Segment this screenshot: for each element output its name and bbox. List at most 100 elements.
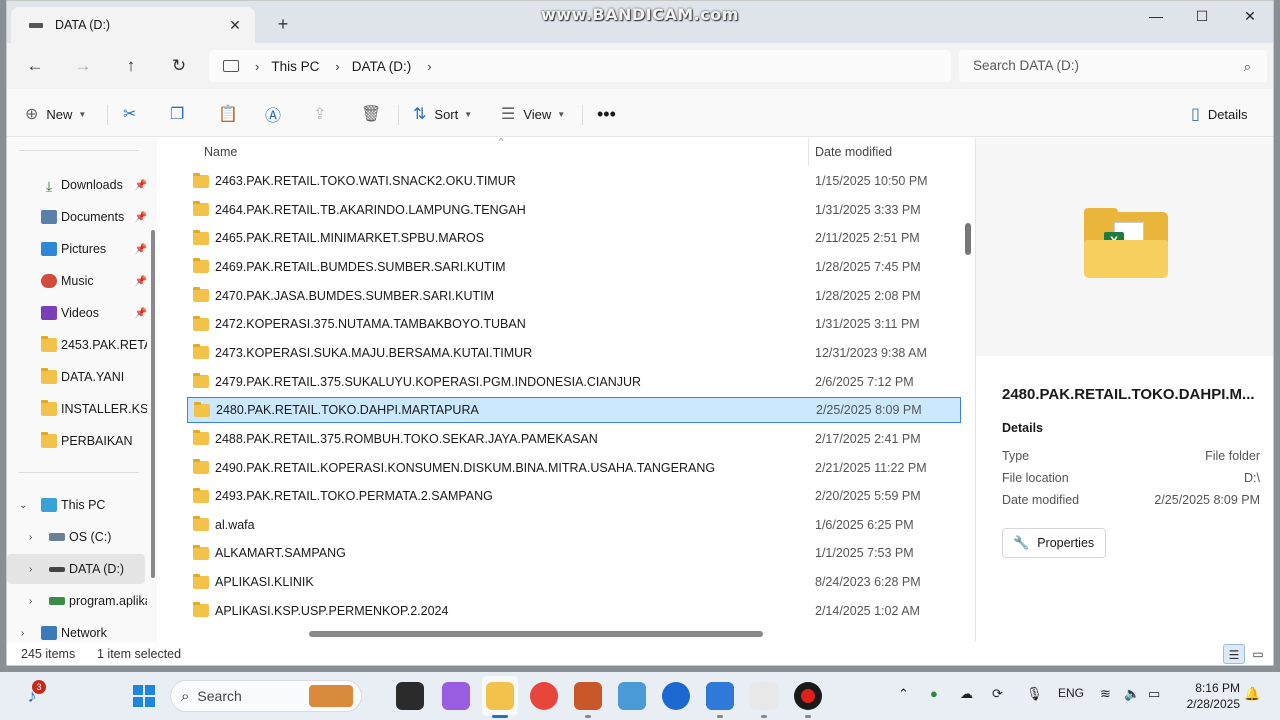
sidebar-item-folder[interactable]: PERBAIKAN [7,426,147,456]
sort-button[interactable]: ⇅ Sort ▼ [413,99,472,129]
view-button[interactable]: ☰ View ▼ [501,99,565,129]
chevron-right-icon[interactable]: › [427,59,431,74]
system-clock[interactable]: 8:16 PM 2/28/2025 [1178,680,1240,712]
file-row[interactable]: 2493.PAK.RETAIL.TOKO.PERMATA.2.SAMPANG 2/… [187,483,961,509]
forward-button[interactable]: → [69,53,97,79]
file-row[interactable]: 2472.KOPERASI.375.NUTAMA.TAMBAKBOYO.TUBA… [187,311,961,337]
sync-icon[interactable]: ⟳ [992,686,1003,702]
tiles-view-toggle[interactable]: ▭ [1247,644,1269,664]
start-button[interactable] [130,682,158,710]
vertical-scrollbar[interactable] [965,223,971,255]
file-row[interactable]: 2463.PAK.RETAIL.TOKO.WATI.SNACK2.OKU.TIM… [187,168,961,194]
chevron-right-icon[interactable]: › [29,564,32,575]
sidebar-item-documents[interactable]: Documents 📌 [7,202,147,232]
bandicam-icon[interactable] [794,682,822,710]
chart-app-icon[interactable] [750,682,778,710]
pin-icon[interactable]: 📌 [135,276,147,287]
new-button[interactable]: ⊕ New ▼ [25,99,86,129]
control-panel-icon[interactable] [618,682,646,710]
file-row[interactable]: 2490.PAK.RETAIL.KOPERASI.KONSUMEN.DISKUM… [187,455,961,481]
metamask-icon[interactable] [574,682,602,710]
breadcrumb-data-d[interactable]: DATA (D:) [352,59,412,74]
sidebar-item-pictures[interactable]: Pictures 📌 [7,234,147,264]
chevron-right-icon[interactable]: › [29,532,32,543]
pin-icon[interactable]: 📌 [135,212,147,223]
search-box[interactable]: ⌕ [959,50,1267,82]
search-input[interactable] [973,58,1213,73]
taskbar-search[interactable]: ⌕ Search [170,680,362,712]
file-row[interactable]: 2479.PAK.RETAIL.375.SUKALUYU.KOPERASI.PG… [187,369,961,395]
speaker-icon[interactable]: 🔈 [1124,686,1140,702]
paste-button[interactable]: 📋 [218,99,238,129]
back-button[interactable]: ← [21,53,49,79]
sidebar-item-network[interactable]: › Network [7,618,147,642]
file-explorer-icon[interactable] [486,682,514,710]
details-view-toggle[interactable]: ☰ [1223,644,1245,664]
chevron-right-icon[interactable]: › [255,59,259,74]
column-date-modified[interactable]: Date modified [815,145,892,159]
file-row[interactable]: 2464.PAK.RETAIL.TB.AKARINDO.LAMPUNG.TENG… [187,197,961,223]
microphone-icon[interactable]: 🎙 [1026,686,1043,702]
chevron-right-icon[interactable]: › [21,628,24,639]
file-row[interactable]: 2480.PAK.RETAIL.TOKO.DAHPI.MARTAPURA 2/25… [187,397,961,424]
teamviewer-icon[interactable] [662,682,690,710]
notification-bell-icon[interactable]: 🔔 [1244,686,1260,702]
more-options-button[interactable]: ••• [597,99,616,129]
tab-data-d[interactable]: DATA (D:) ✕ [11,7,255,43]
globe-icon[interactable]: ● [930,686,938,701]
file-row[interactable]: APLIKASI.KLINIK 8/24/2023 6:28 PM [187,569,961,595]
share-button[interactable]: ⇪ [313,99,326,129]
file-row[interactable]: 2488.PAK.RETAIL.375.ROMBUH.TOKO.SEKAR.JA… [187,426,961,452]
column-divider[interactable] [808,138,809,166]
file-row[interactable]: 2473.KOPERASI.SUKA.MAJU.BERSAMA.KUTAI.TI… [187,340,961,366]
rename-button[interactable]: Ⓐ [265,99,281,129]
pin-icon[interactable]: 📌 [135,308,147,319]
copy-button[interactable]: ❐ [170,99,184,129]
pin-icon[interactable]: 📌 [135,244,147,255]
language-indicator[interactable]: ENG [1058,686,1084,700]
copilot-icon[interactable] [442,682,470,710]
cut-button[interactable]: ✂ [123,99,136,129]
sidebar-item-music[interactable]: Music 📌 [7,266,147,296]
breadcrumb-this-pc[interactable]: This PC [271,59,319,74]
refresh-button[interactable]: ↻ [165,53,193,79]
chevron-right-icon[interactable]: › [29,596,32,607]
delete-button[interactable]: 🗑 [361,99,381,129]
close-tab-icon[interactable]: ✕ [221,17,249,34]
chevron-up-icon[interactable]: ⌃ [898,686,909,702]
close-window-button[interactable]: ✕ [1227,1,1273,33]
sidebar-item-folder[interactable]: DATA.YANI [7,362,147,392]
file-row[interactable]: 2469.PAK.RETAIL.BUMDES.SUMBER.SARI.KUTIM… [187,254,961,280]
sidebar-item-folder[interactable]: 2453.PAK.RETAIL [7,330,147,360]
sidebar-item-program[interactable]: › program.aplika [7,586,147,616]
properties-button[interactable]: 🔧 Properties [1002,528,1106,558]
horizontal-scrollbar[interactable] [309,631,763,637]
minimize-button[interactable]: — [1133,1,1179,33]
file-row[interactable]: ALKAMART.SAMPANG 1/1/2025 7:53 PM [187,540,961,566]
chevron-right-icon[interactable]: › [335,59,339,74]
column-name[interactable]: Name [204,145,237,159]
sidebar-item-this-pc[interactable]: ⌄ This PC [7,490,147,520]
sidebar-item-videos[interactable]: Videos 📌 [7,298,147,328]
details-button[interactable]: ▯ Details [1191,99,1248,129]
file-row[interactable]: 2470.PAK.JASA.BUMDES.SUMBER.SARI.KUTIM 1/… [187,283,961,309]
pin-icon[interactable]: 📌 [135,180,147,191]
sidebar-item-downloads[interactable]: ⤓ Downloads 📌 [7,170,147,200]
file-row[interactable]: al.wafa 1/6/2025 6:25 PM [187,512,961,538]
sidebar-item-folder[interactable]: INSTALLER.KSP.D [7,394,147,424]
cloud-icon[interactable]: ☁ [960,686,973,702]
sidebar-scrollbar[interactable] [151,230,155,578]
app-icon[interactable] [706,682,734,710]
maximize-button[interactable]: ☐ [1179,1,1225,33]
file-row[interactable]: 2465.PAK.RETAIL.MINIMARKET.SPBU.MAROS 2/1… [187,225,961,251]
wifi-icon[interactable]: ≋ [1100,686,1111,702]
sidebar-item-data-d[interactable]: › DATA (D:) [7,554,145,584]
sidebar-item-os-c[interactable]: › OS (C:) [7,522,147,552]
task-view-icon[interactable] [396,682,424,710]
chevron-down-icon[interactable]: ⌄ [19,500,27,511]
chrome-icon[interactable] [530,682,558,710]
new-tab-button[interactable]: + [269,13,297,37]
file-row[interactable]: APLIKASI.KSP.USP.PERMENKOP.2.2024 2/14/20… [187,598,961,624]
battery-icon[interactable]: ▭ [1148,686,1160,702]
up-button[interactable]: ↑ [117,53,145,79]
